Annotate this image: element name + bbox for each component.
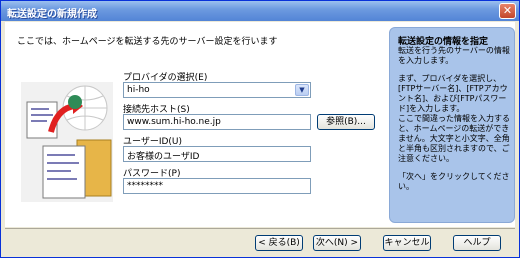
provider-select[interactable]: hi-ho ▼ — [123, 82, 311, 98]
provider-value: hi-ho — [127, 85, 150, 95]
info-text: 転送を行う先のサーバーの情報を入力します。 まず、プロバイダを選択し、[FTPサ… — [398, 46, 510, 200]
server-transfer-illustration — [21, 82, 113, 202]
chevron-down-icon[interactable]: ▼ — [295, 84, 309, 96]
next-button[interactable]: 次へ(N) > — [313, 235, 361, 251]
info-paragraph-1: 転送を行う先のサーバーの情報を入力します。 — [398, 46, 510, 65]
dialog-window: 転送設定の新規作成 ✕ ここでは、ホームページを転送する先のサーバー設定を行いま… — [0, 0, 520, 258]
back-button[interactable]: < 戻る(B) — [255, 235, 303, 251]
user-id-value: お客様のユーザID — [127, 152, 200, 162]
browse-button[interactable]: 参照(B)... — [317, 114, 375, 130]
close-icon: ✕ — [502, 4, 513, 17]
user-id-input[interactable]: お客様のユーザID — [123, 146, 311, 162]
info-paragraph-3: 「次へ」をクリックしてください。 — [398, 172, 510, 191]
password-input[interactable]: ******** — [123, 178, 311, 194]
cancel-button[interactable]: キャンセル — [383, 235, 431, 251]
help-button[interactable]: ヘルプ — [453, 235, 501, 251]
info-paragraph-2: まず、プロバイダを選択し、[FTPサーバー名]、[FTPアカウント名]、および[… — [398, 74, 510, 163]
window-title: 転送設定の新規作成 — [7, 9, 97, 20]
host-value: www.sum.hi-ho.ne.jp — [127, 117, 221, 127]
host-input[interactable]: www.sum.hi-ho.ne.jp — [123, 114, 311, 130]
intro-text: ここでは、ホームページを転送する先のサーバー設定を行います — [17, 37, 278, 47]
password-value: ******** — [127, 181, 163, 191]
footer-divider — [5, 228, 515, 229]
close-button[interactable]: ✕ — [499, 3, 516, 19]
title-bar[interactable]: 転送設定の新規作成 ✕ — [1, 1, 519, 21]
info-side-panel: 転送設定の情報を指定 転送を行う先のサーバーの情報を入力します。 まず、プロバイ… — [389, 27, 515, 223]
